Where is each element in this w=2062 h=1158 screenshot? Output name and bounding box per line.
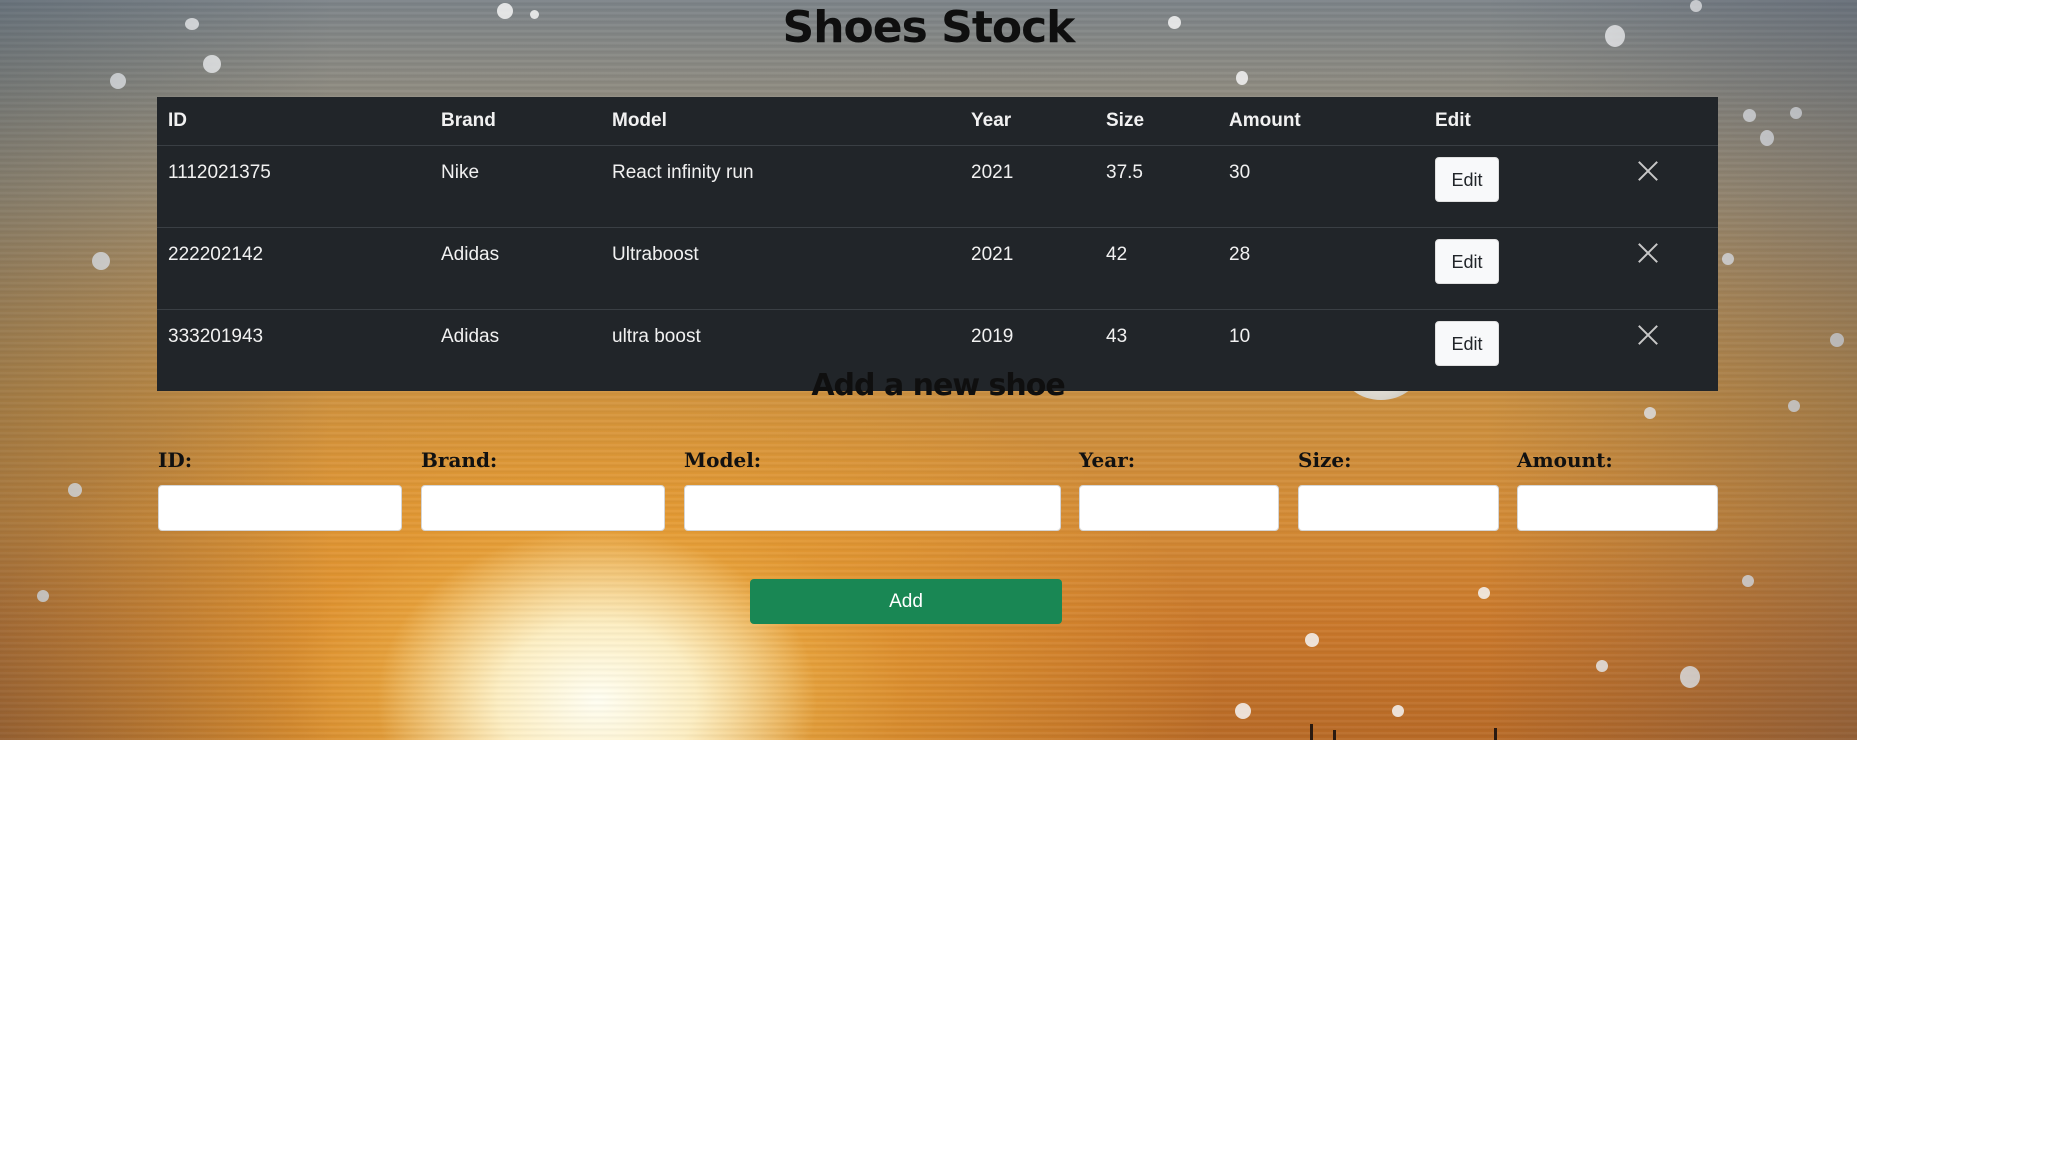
snowflake [203, 55, 221, 73]
close-icon[interactable] [1637, 160, 1659, 182]
cell-delete [1611, 227, 1718, 310]
year-input[interactable] [1079, 485, 1279, 531]
snowflake [1743, 109, 1756, 122]
amount-input[interactable] [1517, 485, 1718, 531]
snowflake [92, 252, 110, 270]
cell-id: 222202142 [157, 227, 430, 310]
model-label: Model: [684, 448, 762, 472]
model-field-group: Model: [684, 448, 1061, 531]
snowflake [1722, 253, 1734, 265]
snowflake [1392, 705, 1404, 717]
id-field-group: ID: [158, 448, 402, 531]
cell-id: 1112021375 [157, 145, 430, 228]
column-header-brand: Brand [430, 97, 601, 146]
cell-model: React infinity run [601, 145, 960, 228]
id-input[interactable] [158, 485, 402, 531]
close-icon[interactable] [1637, 242, 1659, 264]
grass-silhouette [1333, 730, 1336, 740]
edit-button[interactable]: Edit [1435, 321, 1499, 366]
brand-input[interactable] [421, 485, 665, 531]
cell-edit: Edit [1424, 227, 1611, 310]
table-row: 222202142 Adidas Ultraboost 2021 42 28 E… [157, 227, 1718, 310]
cell-year: 2021 [960, 145, 1095, 228]
snowflake [68, 483, 82, 497]
table-row: 1112021375 Nike React infinity run 2021 … [157, 145, 1718, 228]
snowflake [1680, 666, 1700, 688]
model-input[interactable] [684, 485, 1061, 531]
snowflake [1478, 587, 1490, 599]
column-header-id: ID [157, 97, 430, 146]
column-header-model: Model [601, 97, 960, 146]
brand-field-group: Brand: [421, 448, 665, 531]
page-title: Shoes Stock [782, 2, 1076, 53]
column-header-edit: Edit [1424, 97, 1611, 146]
column-header-year: Year [960, 97, 1095, 146]
cell-size: 37.5 [1095, 145, 1218, 228]
amount-field-group: Amount: [1517, 448, 1718, 531]
size-label: Size: [1298, 448, 1352, 472]
snowflake [1790, 107, 1802, 119]
column-header-delete [1611, 97, 1718, 146]
grass-silhouette [1494, 728, 1497, 740]
cell-amount: 28 [1218, 227, 1424, 310]
snowflake [1596, 660, 1608, 672]
snowflake [1760, 130, 1774, 146]
snowflake [1235, 703, 1251, 719]
cell-edit: Edit [1424, 145, 1611, 228]
form-title: Add a new shoe [811, 368, 1065, 403]
grass-silhouette [1310, 724, 1313, 740]
snowflake [1305, 633, 1319, 647]
snowflake [110, 73, 126, 89]
edit-button[interactable]: Edit [1435, 239, 1499, 284]
cell-brand: Nike [430, 145, 601, 228]
size-input[interactable] [1298, 485, 1499, 531]
snowflake [1236, 71, 1248, 85]
table-header-row: ID Brand Model Year Size Amount Edit [157, 97, 1718, 146]
snowflake [37, 590, 49, 602]
edit-button[interactable]: Edit [1435, 157, 1499, 202]
cell-year: 2021 [960, 227, 1095, 310]
close-icon[interactable] [1637, 324, 1659, 346]
cell-brand: Adidas [430, 227, 601, 310]
column-header-size: Size [1095, 97, 1218, 146]
shoes-table: ID Brand Model Year Size Amount Edit 111… [157, 97, 1718, 391]
amount-label: Amount: [1517, 448, 1613, 472]
year-field-group: Year: [1079, 448, 1279, 531]
snowflake [1644, 407, 1656, 419]
column-header-amount: Amount [1218, 97, 1424, 146]
cell-model: Ultraboost [601, 227, 960, 310]
id-label: ID: [158, 448, 193, 472]
add-button[interactable]: Add [750, 579, 1062, 624]
cell-delete [1611, 145, 1718, 228]
snowflake [1830, 333, 1844, 347]
size-field-group: Size: [1298, 448, 1499, 531]
brand-label: Brand: [421, 448, 498, 472]
snowflake [1742, 575, 1754, 587]
cell-amount: 30 [1218, 145, 1424, 228]
year-label: Year: [1079, 448, 1136, 472]
cell-size: 42 [1095, 227, 1218, 310]
